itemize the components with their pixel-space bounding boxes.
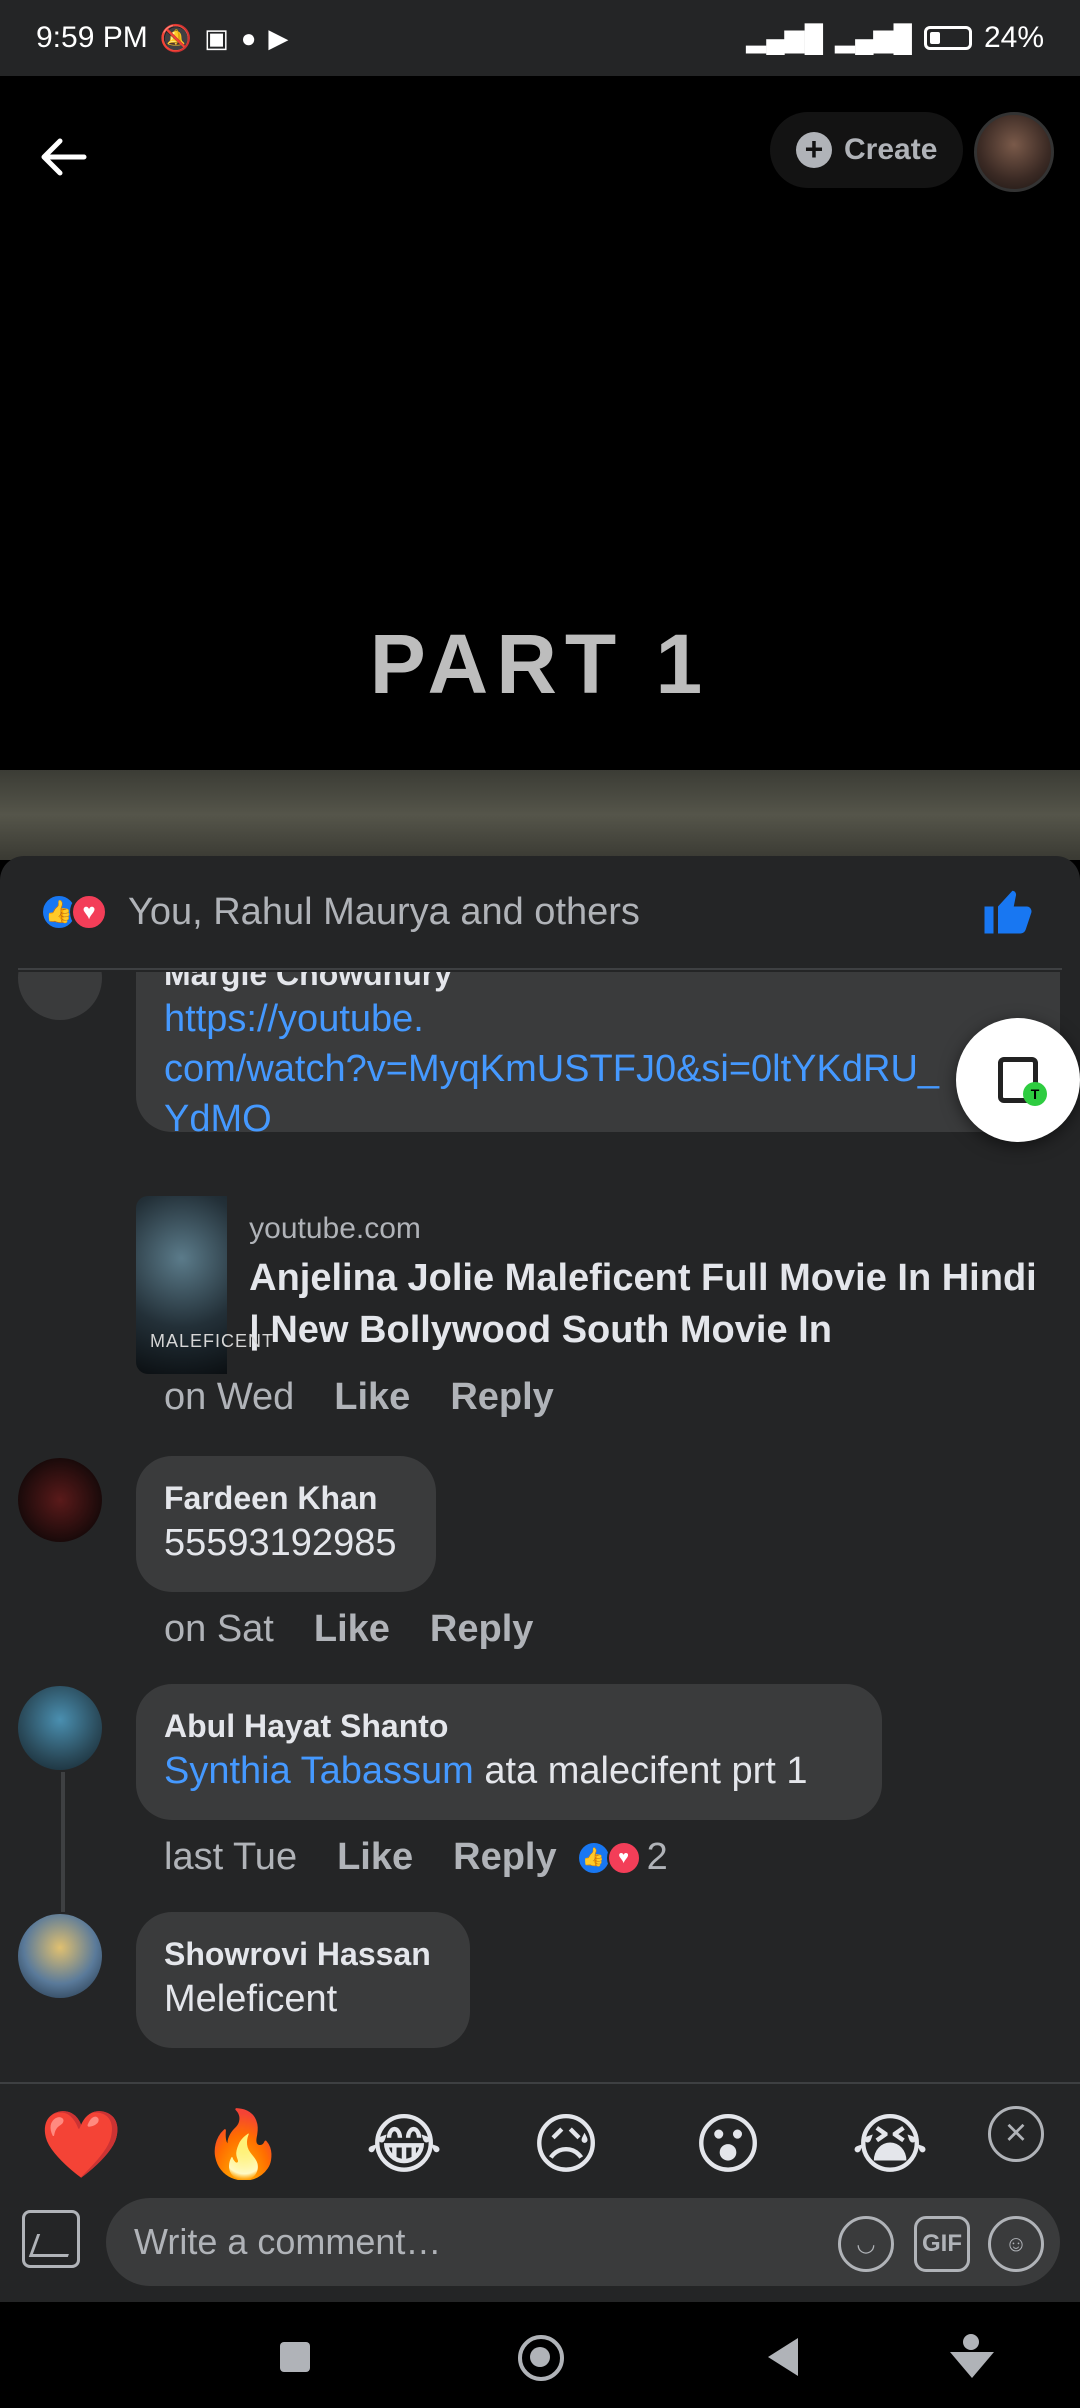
- plus-circle-icon: +: [796, 132, 832, 168]
- comment-actions: on Wed Like Reply: [164, 1376, 554, 1419]
- like-reaction-icon: 👍: [576, 1840, 611, 1875]
- thumbs-up-icon: [984, 890, 1032, 934]
- comment-timestamp: on Sat: [164, 1608, 274, 1650]
- reactions-summary-bar[interactable]: 👍 ♥ You, Rahul Maurya and others: [18, 856, 1062, 970]
- commenter-avatar[interactable]: [18, 1914, 102, 1998]
- wow-emoji-button[interactable]: 😮: [688, 2104, 768, 2184]
- commenter-name[interactable]: Fardeen Khan: [164, 1478, 408, 1518]
- comment-timestamp: last Tue: [164, 1836, 298, 1878]
- comment-timestamp: on Wed: [164, 1376, 295, 1418]
- commenter-avatar[interactable]: [18, 1458, 102, 1542]
- link-preview-domain: youtube.com: [249, 1212, 421, 1245]
- notification-icon: ▣: [204, 22, 229, 53]
- laughing-emoji-button[interactable]: 😂: [364, 2104, 444, 2184]
- create-label: Create: [844, 133, 938, 166]
- back-button[interactable]: [36, 130, 90, 184]
- status-bar: 9:59 PM 🔕 ▣ ● ▶ ▂▄▆█ ▂▄▆█ 24%: [0, 0, 1080, 76]
- reaction-icons: 👍 ♥: [40, 893, 108, 931]
- commenter-name[interactable]: Margie Chowdhury: [164, 972, 1032, 994]
- comment-composer: ◡ GIF ☺: [0, 2180, 1080, 2302]
- like-button[interactable]: [980, 884, 1034, 951]
- comments-sheet: 👍 ♥ You, Rahul Maurya and others Margie …: [0, 856, 1080, 2082]
- comment-actions: on Sat Like Reply: [164, 1608, 533, 1651]
- love-reaction-icon: ♥: [70, 893, 108, 931]
- battery-percent: 24%: [983, 21, 1044, 54]
- video-player[interactable]: [0, 76, 1080, 856]
- assistant-button[interactable]: [946, 2332, 996, 2382]
- video-title: PART 1: [369, 617, 711, 711]
- comment-reaction-count[interactable]: 👍 ♥ 2: [576, 1836, 668, 1879]
- commenter-name[interactable]: Abul Hayat Shanto: [164, 1706, 854, 1746]
- mute-icon: 🔕: [159, 22, 193, 53]
- video-frame-strip: [0, 770, 1080, 860]
- dot-icon: ●: [240, 22, 257, 53]
- heart-emoji-button[interactable]: ❤️: [40, 2104, 122, 2184]
- comment-text: ata malecifent prt 1: [473, 1750, 808, 1792]
- clipboard-icon: T: [998, 1057, 1047, 1106]
- love-reaction-icon: ♥: [606, 1840, 641, 1875]
- status-time: 9:59 PM: [36, 21, 148, 54]
- link-preview-thumbnail: [136, 1196, 274, 1374]
- reactions-summary-text: You, Rahul Maurya and others: [128, 890, 640, 933]
- like-comment-button[interactable]: Like: [334, 1376, 410, 1419]
- battery-icon: [923, 26, 972, 50]
- profile-avatar[interactable]: [974, 112, 1054, 192]
- comment-text: 55593192985: [164, 1522, 397, 1564]
- gif-button[interactable]: GIF: [914, 2216, 970, 2272]
- mention-link[interactable]: Synthia Tabassum: [164, 1750, 474, 1792]
- fire-emoji-button[interactable]: 🔥: [202, 2104, 284, 2184]
- signal-icon: ▂▄▆█: [746, 22, 824, 53]
- play-icon: ▶: [268, 22, 289, 53]
- comment-bubble[interactable]: Abul Hayat Shanto Synthia Tabassum ata m…: [136, 1684, 882, 1820]
- reaction-count-value: 2: [646, 1836, 668, 1878]
- crying-emoji-button[interactable]: 😭: [850, 2104, 930, 2184]
- navigation-bar: [0, 2302, 1080, 2408]
- comment-link[interactable]: https://youtube. com/watch?v=MyqKmUSTFJ0…: [164, 994, 1032, 1144]
- photo-icon[interactable]: [22, 2210, 80, 2268]
- back-nav-button[interactable]: [760, 2332, 810, 2382]
- like-comment-button[interactable]: Like: [314, 1608, 390, 1651]
- comment-bubble[interactable]: Showrovi Hassan Meleficent: [136, 1912, 470, 2048]
- thread-line: [61, 1772, 65, 1912]
- reply-comment-button[interactable]: Reply: [453, 1836, 556, 1879]
- commenter-name[interactable]: Showrovi Hassan: [164, 1934, 442, 1974]
- recent-apps-button[interactable]: [270, 2332, 320, 2382]
- commenter-avatar[interactable]: [18, 1686, 102, 1770]
- reply-comment-button[interactable]: Reply: [450, 1376, 553, 1419]
- like-comment-button[interactable]: Like: [337, 1836, 413, 1879]
- signal-icon-2: ▂▄▆█: [835, 22, 912, 53]
- comment-text: Meleficent: [164, 1978, 338, 2020]
- link-preview-title: Anjelina Jolie Maleficent Full Movie In …: [249, 1257, 1037, 1351]
- link-preview-card[interactable]: youtube.com Anjelina Jolie Maleficent Fu…: [136, 1196, 1056, 1374]
- reply-comment-button[interactable]: Reply: [430, 1608, 533, 1651]
- commenter-avatar[interactable]: [18, 972, 102, 1020]
- smiley-icon[interactable]: ☺: [988, 2216, 1044, 2272]
- comment-bubble[interactable]: Margie Chowdhury https://youtube. com/wa…: [136, 972, 1060, 1140]
- arrow-left-icon: [41, 138, 87, 176]
- sad-emoji-button[interactable]: 😥: [526, 2104, 606, 2184]
- clipboard-button[interactable]: T: [956, 1018, 1080, 1142]
- home-button[interactable]: [515, 2332, 565, 2382]
- close-icon[interactable]: ×: [988, 2106, 1044, 2162]
- comments-list: Margie Chowdhury https://youtube. com/wa…: [0, 972, 1080, 2082]
- clipboard-badge-icon: T: [1023, 1082, 1047, 1106]
- create-button[interactable]: + Create: [770, 112, 964, 188]
- comment-actions: last Tue Like Reply 👍 ♥ 2: [164, 1836, 668, 1879]
- comment-bubble[interactable]: Fardeen Khan 55593192985: [136, 1456, 436, 1592]
- sticker-icon[interactable]: ◡: [838, 2216, 894, 2272]
